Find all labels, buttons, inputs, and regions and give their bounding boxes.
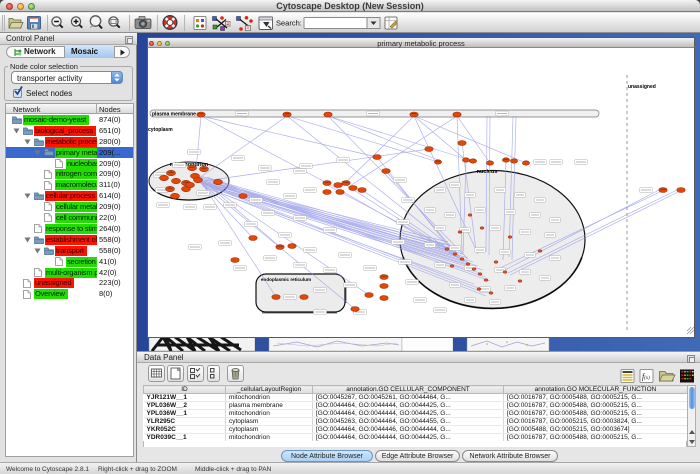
svg-text:nucleus: nucleus <box>477 169 498 175</box>
svg-text:Search:: Search: <box>276 19 302 28</box>
svg-text:cytoplasm: cytoplasm <box>148 127 173 133</box>
svg-text:unassigned: unassigned <box>628 84 656 90</box>
svg-text:endoplasmic reticulum: endoplasmic reticulum <box>261 277 311 282</box>
svg-text:plasma membrane: plasma membrane <box>152 112 196 118</box>
